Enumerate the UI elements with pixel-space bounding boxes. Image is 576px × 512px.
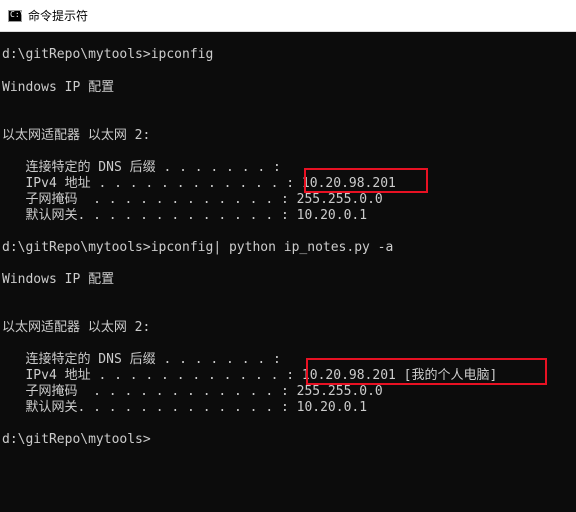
console-line: d:\gitRepo\mytools> [2, 432, 151, 447]
console-line: 连接特定的 DNS 后缀 . . . . . . . : [2, 352, 281, 367]
console-line: d:\gitRepo\mytools>ipconfig [2, 47, 214, 62]
cmd-window: C:\ 命令提示符 d:\gitRepo\mytools>ipconfig Wi… [0, 0, 576, 512]
console-output[interactable]: d:\gitRepo\mytools>ipconfig Windows IP 配… [0, 31, 576, 512]
window-title: 命令提示符 [28, 9, 89, 23]
console-line: 子网掩码 . . . . . . . . . . . . : 255.255.0… [2, 192, 383, 207]
console-line: 子网掩码 . . . . . . . . . . . . : 255.255.0… [2, 384, 383, 399]
title-bar[interactable]: C:\ 命令提示符 [0, 0, 576, 32]
ip-highlight-box [304, 168, 428, 193]
console-line: 以太网适配器 以太网 2: [2, 320, 151, 335]
console-line: 默认网关. . . . . . . . . . . . . : 10.20.0.… [2, 208, 368, 223]
ip-note-highlight-box [306, 358, 547, 385]
cmd-prompt-icon: C:\ [8, 9, 24, 22]
console-line: 以太网适配器 以太网 2: [2, 128, 151, 143]
console-line: Windows IP 配置 [2, 80, 115, 95]
console-line: Windows IP 配置 [2, 272, 115, 287]
console-line: d:\gitRepo\mytools>ipconfig| python ip_n… [2, 240, 394, 255]
console-line: 连接特定的 DNS 后缀 . . . . . . . : [2, 160, 281, 175]
console-line: 默认网关. . . . . . . . . . . . . : 10.20.0.… [2, 400, 368, 415]
